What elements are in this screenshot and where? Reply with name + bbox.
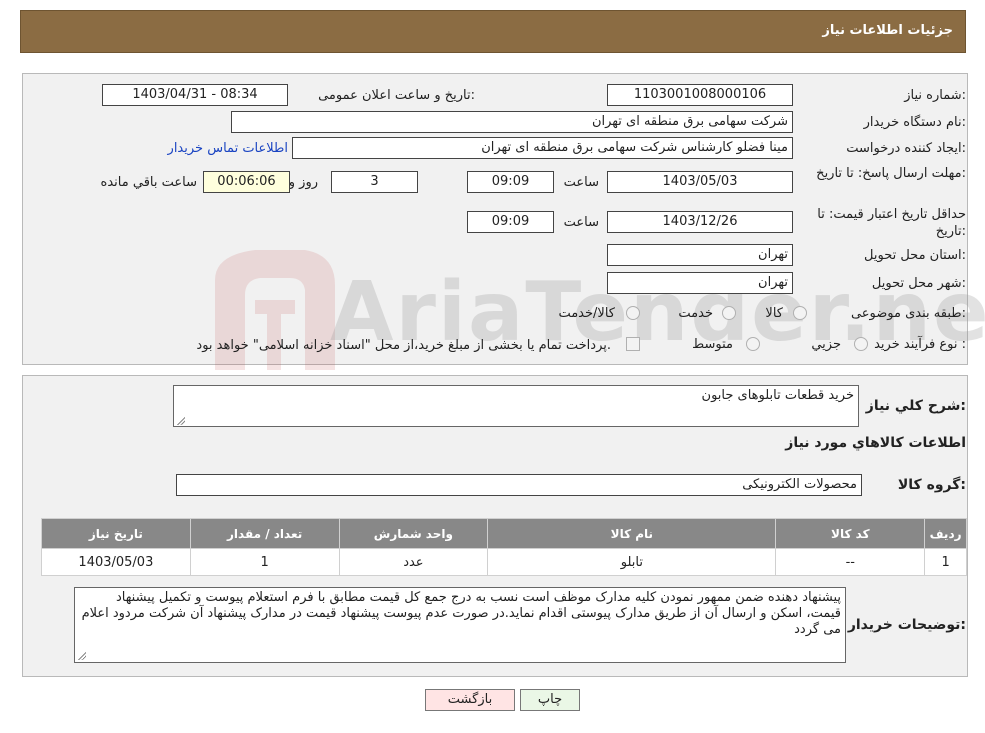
buyer-org-label: نام دستگاه خریدار: xyxy=(863,115,966,130)
buyer-contact-link[interactable]: اطلاعات تماس خریدار xyxy=(168,141,288,156)
treasury-payment-checkbox[interactable] xyxy=(626,337,640,351)
category-label: طبقه بندی موضوعی: xyxy=(850,306,966,321)
province-label: استان محل تحویل: xyxy=(864,248,966,263)
table-cell: 1403/05/03 xyxy=(41,548,191,576)
table-cell: 1 xyxy=(924,548,967,576)
page-title: جزئیات اطلاعات نیاز xyxy=(822,23,953,38)
purchase-minor-radio[interactable] xyxy=(854,337,868,351)
column-header: نام کالا xyxy=(487,518,777,549)
deadline-time-field: 09:09 xyxy=(467,171,554,193)
goods-section-title: اطلاعات کالاهاي مورد نياز xyxy=(785,435,966,451)
payment-note: پرداخت تمام یا بخشی از مبلغ خرید،از محل … xyxy=(196,338,611,353)
table-header-row: رديف کد کالا نام کالا واحد شمارش تعداد /… xyxy=(41,518,967,549)
city-label: شهر محل تحویل: xyxy=(871,276,966,291)
description-textarea[interactable]: خرید قطعات تابلوهای جابون xyxy=(173,385,859,427)
table-cell: 1 xyxy=(189,548,340,576)
category-goods-service-label: کالا/خدمت xyxy=(558,306,615,321)
back-button[interactable]: بازگشت xyxy=(425,689,515,711)
purchase-medium-label: متوسط xyxy=(692,337,733,352)
deadline-date-field: 1403/05/03 xyxy=(607,171,793,193)
goods-group-label: گروه کالا: xyxy=(897,477,966,493)
validity-time-field: 09:09 xyxy=(467,211,554,233)
column-header: کد کالا xyxy=(775,518,926,549)
buyer-notes-resize-grip[interactable] xyxy=(77,651,86,660)
need-number-field: 1103001008000106 xyxy=(607,84,793,106)
remaining-time-field: 00:06:06 xyxy=(203,171,290,193)
category-service-label: خدمت xyxy=(678,306,713,321)
need-number-label: شماره نیاز: xyxy=(904,88,966,103)
buyer-org-field: شرکت سهامی برق منطقه ای تهران xyxy=(231,111,793,133)
validity-date-field: 1403/12/26 xyxy=(607,211,793,233)
announce-label: تاریخ و ساعت اعلان عمومی: xyxy=(318,88,475,103)
goods-group-field: محصولات الکترونیکی xyxy=(176,474,862,496)
purchase-type-label: نوع فرآیند خرید : xyxy=(874,337,966,352)
buyer-notes-textarea[interactable]: پیشنهاد دهنده ضمن ممهور نمودن کلیه مدارک… xyxy=(74,587,846,663)
purchase-minor-label: جزيي xyxy=(811,337,841,352)
category-service-radio[interactable] xyxy=(722,306,736,320)
deadline-label: مهلت ارسال پاسخ: تا تاریخ: xyxy=(816,166,966,181)
column-header: واحد شمارش xyxy=(338,518,489,549)
category-goods-service-radio[interactable] xyxy=(626,306,640,320)
buyer-notes-label: توضیحات خریدار: xyxy=(847,617,966,633)
table-row: 1 -- تابلو عدد 1 1403/05/03 xyxy=(41,548,967,576)
items-table: رديف کد کالا نام کالا واحد شمارش تعداد /… xyxy=(41,518,967,576)
table-cell: عدد xyxy=(338,548,489,576)
remaining-label: ساعت باقي مانده xyxy=(100,175,197,190)
days-field: 3 xyxy=(331,171,418,193)
requester-label: ایجاد کننده درخواست: xyxy=(846,141,966,156)
table-cell: تابلو xyxy=(487,548,777,576)
column-header: تاریخ نیاز xyxy=(41,518,191,549)
announce-field: 1403/04/31 - 08:34 xyxy=(102,84,288,106)
column-header: تعداد / مقدار xyxy=(189,518,340,549)
city-field: تهران xyxy=(607,272,793,294)
category-goods-label: کالا xyxy=(765,306,783,321)
deadline-time-label: ساعت xyxy=(563,175,599,190)
print-button[interactable]: چاپ xyxy=(520,689,580,711)
category-goods-radio[interactable] xyxy=(793,306,807,320)
validity-label: حداقل تاریخ اعتبار قیمت: تا تاریخ: xyxy=(817,207,966,239)
days-label: روز و xyxy=(288,175,318,190)
column-header: رديف xyxy=(924,518,967,549)
description-resize-grip[interactable] xyxy=(176,416,185,425)
requester-field: مینا فضلو کارشناس شرکت سهامی برق منطقه ا… xyxy=(292,137,793,159)
table-cell: -- xyxy=(775,548,926,576)
page-header: جزئیات اطلاعات نیاز xyxy=(20,10,966,53)
province-field: تهران xyxy=(607,244,793,266)
purchase-medium-radio[interactable] xyxy=(746,337,760,351)
description-label: شرح کلي نياز: xyxy=(865,398,966,414)
validity-time-label: ساعت xyxy=(563,215,599,230)
